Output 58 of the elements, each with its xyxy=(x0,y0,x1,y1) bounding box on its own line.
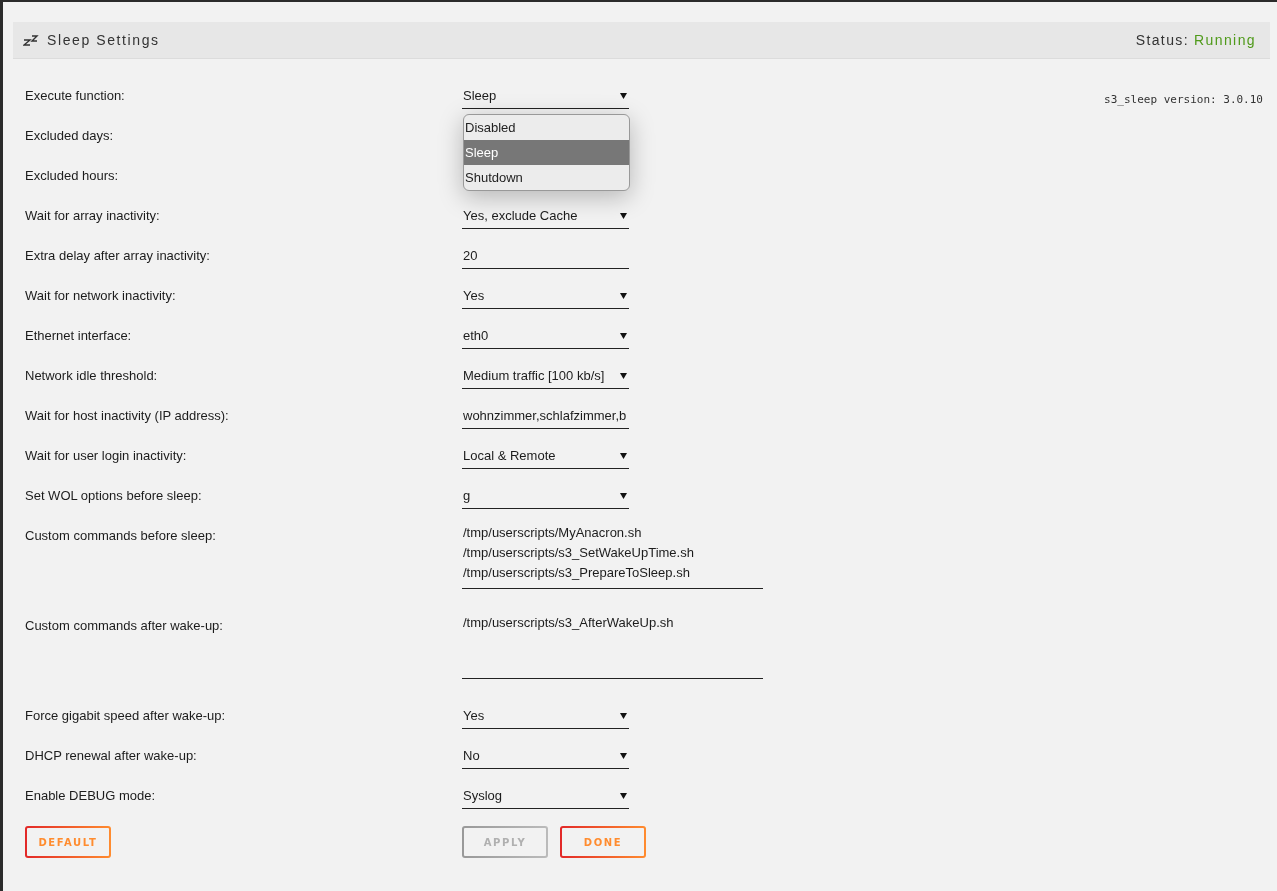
select-value: Yes xyxy=(463,288,485,303)
caret-icon xyxy=(620,92,627,99)
caret-icon xyxy=(620,712,627,719)
input-field[interactable]: 20 xyxy=(462,243,629,269)
status-value: Running xyxy=(1194,32,1256,48)
field-label: Wait for host inactivity (IP address): xyxy=(25,407,230,423)
select-field[interactable]: Yes xyxy=(462,703,629,729)
select-field[interactable]: Sleep xyxy=(462,83,629,109)
status-label: Status: xyxy=(1135,32,1190,48)
select-value: Yes, exclude Cache xyxy=(463,208,578,223)
select-value: Syslog xyxy=(463,788,503,803)
caret-icon xyxy=(620,372,627,379)
caret-icon xyxy=(620,452,627,459)
select-field[interactable]: Syslog xyxy=(462,783,629,809)
field-label: Custom commands before sleep: xyxy=(25,527,217,543)
field-label: Extra delay after array inactivity: xyxy=(25,247,211,263)
input-field[interactable]: wohnzimmer,schlafzimmer,b xyxy=(462,403,629,429)
field-label: Execute function: xyxy=(25,87,126,103)
select-field[interactable]: Local & Remote xyxy=(462,443,629,469)
version-text: s3_sleep version: 3.0.10 xyxy=(1104,93,1263,106)
select-field[interactable]: No xyxy=(462,743,629,769)
field-label: Force gigabit speed after wake-up: xyxy=(25,707,227,723)
select-field[interactable]: Yes, exclude Cache xyxy=(462,203,629,229)
caret-icon xyxy=(620,212,627,219)
select-value: Local & Remote xyxy=(463,448,556,463)
caret-icon xyxy=(620,332,627,339)
dropdown-option[interactable]: Disabled xyxy=(464,115,629,140)
field-label: Wait for array inactivity: xyxy=(25,207,161,223)
select-field[interactable]: Medium traffic [100 kb/s] xyxy=(462,363,629,389)
caret-icon xyxy=(620,752,627,759)
select-value: Sleep xyxy=(463,88,497,103)
select-field[interactable]: Yes xyxy=(462,283,629,309)
select-value: g xyxy=(463,488,471,503)
field-label: Excluded days: xyxy=(25,127,115,143)
page-title: Sleep Settings xyxy=(47,32,160,48)
text-area[interactable]: /tmp/userscripts/MyAnacron.sh /tmp/userscripts/s3_SetWakeUpTime.sh /tmp/userscripts/s3_PrepareToSleep.sh xyxy=(462,523,763,589)
select-field[interactable]: g xyxy=(462,483,629,509)
select-value: Medium traffic [100 kb/s] xyxy=(463,368,605,383)
field-label: Wait for user login inactivity: xyxy=(25,447,188,463)
select-field[interactable]: eth0 xyxy=(462,323,629,349)
field-label: Ethernet interface: xyxy=(25,327,133,343)
field-label: Wait for network inactivity: xyxy=(25,287,177,303)
dropdown-option[interactable]: Shutdown xyxy=(464,165,629,190)
dropdown-option[interactable]: Sleep xyxy=(464,140,629,165)
select-value: Yes xyxy=(463,708,485,723)
field-label: Network idle threshold: xyxy=(25,367,159,383)
caret-icon xyxy=(620,492,627,499)
caret-icon xyxy=(620,792,627,799)
caret-icon xyxy=(620,292,627,299)
field-label: Custom commands after wake-up: xyxy=(25,617,224,633)
field-label: Excluded hours: xyxy=(25,167,120,183)
text-area[interactable]: /tmp/userscripts/s3_AfterWakeUp.sh xyxy=(462,613,763,679)
field-label: Enable DEBUG mode: xyxy=(25,787,157,803)
field-label: Set WOL options before sleep: xyxy=(25,487,203,503)
sleep-icon xyxy=(23,34,39,46)
select-value: eth0 xyxy=(463,328,489,343)
field-label: DHCP renewal after wake-up: xyxy=(25,747,198,763)
select-value: No xyxy=(463,748,480,763)
